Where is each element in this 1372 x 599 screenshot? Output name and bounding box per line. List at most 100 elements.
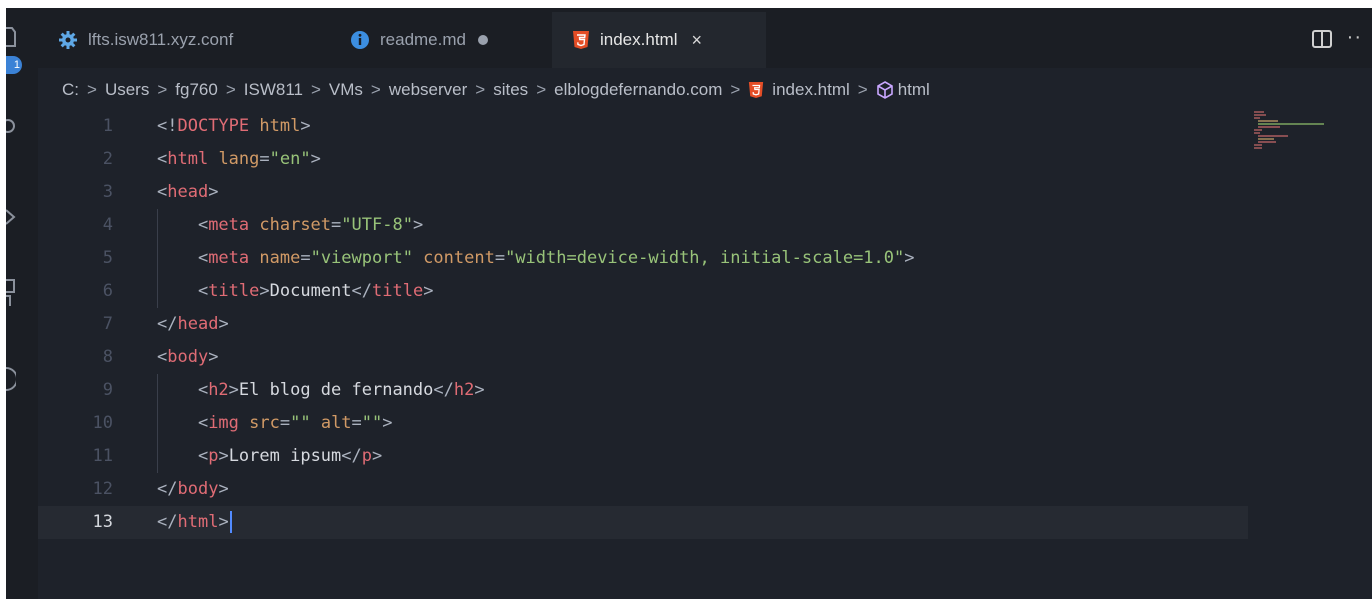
tab-lfts-conf[interactable]: lfts.isw811.xyz.conf xyxy=(38,12,310,68)
code-editor[interactable]: 1 <!DOCTYPE html> 2 <html lang="en"> 3 <head>… xyxy=(38,110,1372,599)
code-token: p xyxy=(361,446,373,466)
code-token: < xyxy=(157,182,168,202)
line-number: 8 xyxy=(102,347,113,367)
code-line[interactable]: 4 <meta charset="UTF-8"> xyxy=(38,209,1248,242)
code-token: > xyxy=(310,149,321,169)
code-token: title xyxy=(372,281,424,301)
breadcrumb-separator: > xyxy=(857,80,868,99)
code-token: </ xyxy=(157,479,178,499)
code-line[interactable]: 11 <p>Lorem ipsum</p> xyxy=(38,440,1248,473)
tab-index-html[interactable]: index.html × xyxy=(552,12,766,68)
code-token: > xyxy=(423,281,434,301)
breadcrumb-item[interactable]: Users xyxy=(105,80,149,100)
tab-readme[interactable]: readme.md xyxy=(334,12,550,68)
code-line[interactable]: 8 <body> xyxy=(38,341,1248,374)
extensions-icon[interactable] xyxy=(6,278,16,306)
code-text: <p>Lorem ipsum</p> xyxy=(157,440,382,473)
line-number: 3 xyxy=(102,182,113,202)
breadcrumb-item[interactable]: webserver xyxy=(389,80,467,100)
code-line[interactable]: 13 </html> xyxy=(38,506,1248,539)
minimap[interactable] xyxy=(1252,110,1332,150)
explorer-icon[interactable] xyxy=(6,26,16,48)
code-token: charset xyxy=(249,215,332,235)
search-icon[interactable] xyxy=(1,116,16,138)
line-number: 10 xyxy=(92,413,113,433)
code-token: </ xyxy=(157,314,178,334)
tab-label: lfts.isw811.xyz.conf xyxy=(88,30,234,49)
code-token: > xyxy=(208,182,219,202)
code-token: > xyxy=(228,380,239,400)
line-number: 13 xyxy=(92,512,113,532)
code-token: > xyxy=(474,380,485,400)
close-icon[interactable]: × xyxy=(691,30,702,51)
code-line[interactable]: 9 <h2>El blog de fernando</h2> xyxy=(38,374,1248,407)
code-line[interactable]: 6 <title>Document</title> xyxy=(38,275,1248,308)
code-token: < xyxy=(157,149,168,169)
code-token: body xyxy=(177,479,219,499)
code-token: < xyxy=(157,248,209,268)
breadcrumb-item[interactable]: html xyxy=(898,80,930,100)
code-token: = xyxy=(331,215,342,235)
code-token: h2 xyxy=(208,380,229,400)
code-token: > xyxy=(412,215,424,235)
code-line[interactable]: 10 <img src="" alt=""> xyxy=(38,407,1248,440)
code-text: </head> xyxy=(157,308,229,341)
code-token: "UTF-8" xyxy=(341,215,413,235)
breadcrumb-item[interactable]: ISW811 xyxy=(244,80,303,100)
code-token: src xyxy=(238,413,280,433)
unsaved-dot xyxy=(477,35,488,45)
code-token: Document xyxy=(269,281,352,301)
activity-bar: 1 xyxy=(1,8,38,599)
more-actions-icon[interactable]: ·· xyxy=(1347,26,1362,49)
code-line[interactable]: 2 <html lang="en"> xyxy=(38,143,1248,176)
line-number: 11 xyxy=(92,446,113,466)
line-number: 2 xyxy=(102,149,113,169)
code-text: <body> xyxy=(157,341,218,374)
remote-icon[interactable] xyxy=(5,366,18,391)
line-number: 4 xyxy=(102,215,113,235)
code-token: <! xyxy=(157,116,178,136)
code-token: > xyxy=(259,281,270,301)
code-line[interactable]: 12 </body> xyxy=(38,473,1248,506)
breadcrumb-item[interactable]: elblogdefernando.com xyxy=(554,80,722,100)
code-token: name xyxy=(249,248,301,268)
code-line[interactable]: 7 </head> xyxy=(38,308,1248,341)
code-line[interactable]: 5 <meta name="viewport" content="width=d… xyxy=(38,242,1248,275)
split-editor-icon[interactable] xyxy=(1312,30,1332,53)
run-icon[interactable] xyxy=(5,206,16,228)
code-text: <title>Document</title> xyxy=(157,275,434,308)
breadcrumb-item[interactable]: C: xyxy=(62,80,79,100)
cube-icon xyxy=(876,81,894,99)
code-token: "en" xyxy=(269,149,311,169)
code-token: </ xyxy=(341,446,362,466)
code-line[interactable]: 1 <!DOCTYPE html> xyxy=(38,110,1248,143)
code-token: </ xyxy=(157,512,178,532)
code-token: "width=device-width, initial-scale=1.0" xyxy=(505,248,905,268)
code-token: head xyxy=(167,182,209,202)
code-token: DOCTYPE xyxy=(177,116,250,136)
code-line[interactable]: 3 <head> xyxy=(38,176,1248,209)
breadcrumb-separator: > xyxy=(370,80,381,99)
code-token: img xyxy=(208,413,239,433)
code-text: <img src="" alt=""> xyxy=(157,407,393,440)
breadcrumb-separator: > xyxy=(730,80,741,99)
code-token: = xyxy=(300,248,311,268)
code-token: meta xyxy=(208,248,250,268)
code-token: Lorem ipsum xyxy=(228,446,342,466)
code-text: <head> xyxy=(157,176,218,209)
window-top-edge xyxy=(0,0,1372,8)
code-token: > xyxy=(218,446,229,466)
code-token: = xyxy=(279,413,291,433)
code-token: </ xyxy=(351,281,372,301)
html5-icon xyxy=(748,81,764,99)
code-text: <meta charset="UTF-8"> xyxy=(157,209,423,242)
code-text: <html lang="en"> xyxy=(157,143,321,176)
breadcrumb-item[interactable]: fg760 xyxy=(175,80,218,100)
breadcrumb-item[interactable]: VMs xyxy=(329,80,363,100)
breadcrumb-item[interactable]: sites xyxy=(493,80,528,100)
code-token: El blog de fernando xyxy=(238,380,434,400)
code-token: "viewport" xyxy=(310,248,413,268)
code-token: < xyxy=(157,446,209,466)
code-text: </body> xyxy=(157,473,229,506)
breadcrumb-item[interactable]: index.html xyxy=(772,80,849,100)
